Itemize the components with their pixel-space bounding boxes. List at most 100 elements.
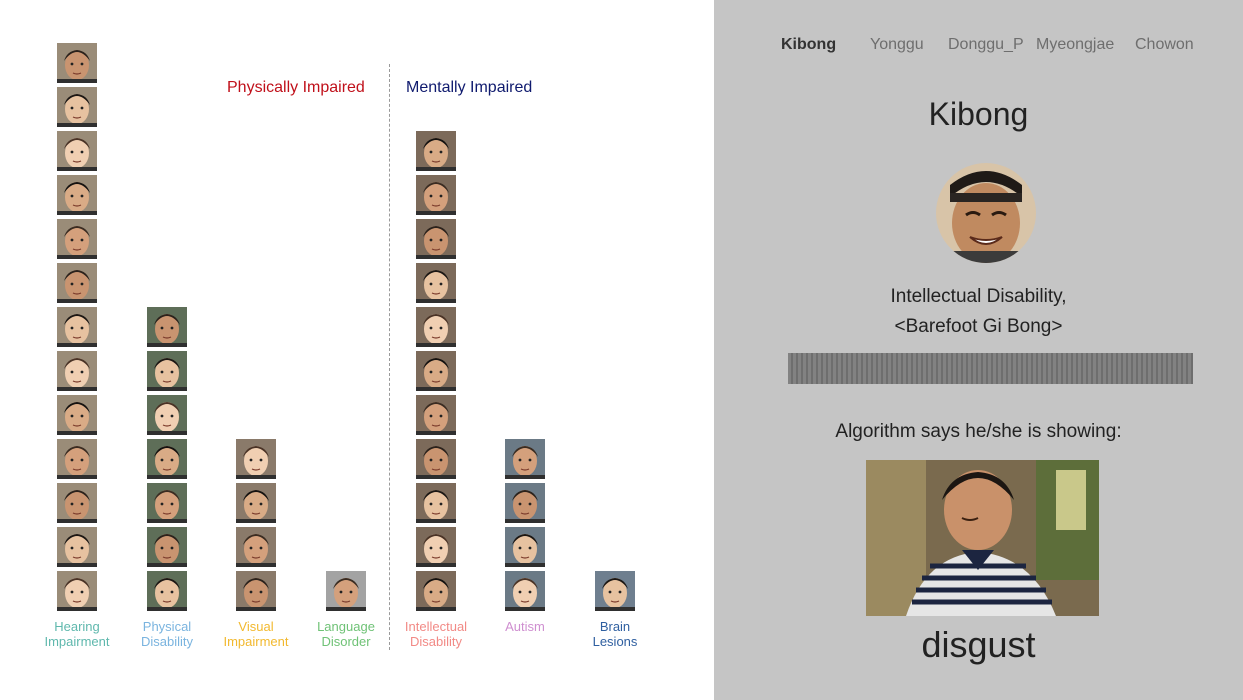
character-face-thumbnail[interactable] (416, 263, 456, 303)
character-disability: Intellectual Disability, (890, 286, 1067, 307)
character-face-thumbnail[interactable] (57, 527, 97, 567)
face-thumbnail-icon (147, 395, 187, 435)
character-face-thumbnail[interactable] (416, 175, 456, 215)
face-thumbnail-icon (505, 527, 545, 567)
face-thumbnail-icon (57, 571, 97, 611)
category-chart-panel: Physically Impaired Mentally Impaired He… (0, 0, 714, 700)
mentally-impaired-heading: Mentally Impaired (406, 79, 533, 96)
character-face-thumbnail[interactable] (416, 131, 456, 171)
category-label: Hearing Impairment (44, 619, 110, 649)
face-thumbnail-icon (147, 351, 187, 391)
physically-impaired-heading: Physically Impaired (227, 79, 365, 96)
character-face-thumbnail[interactable] (57, 395, 97, 435)
face-thumbnail-icon (416, 307, 456, 347)
character-face-thumbnail[interactable] (505, 527, 545, 567)
face-thumbnail-icon (147, 439, 187, 479)
category-label: Autism (505, 619, 545, 634)
character-face-thumbnail[interactable] (57, 483, 97, 523)
character-face-thumbnail[interactable] (416, 395, 456, 435)
character-face-thumbnail[interactable] (236, 527, 276, 567)
face-thumbnail-icon (57, 131, 97, 171)
character-face-thumbnail[interactable] (57, 307, 97, 347)
character-face-thumbnail[interactable] (57, 263, 97, 303)
face-thumbnail-icon (416, 571, 456, 611)
character-face-thumbnail[interactable] (595, 571, 635, 611)
face-thumbnail-icon (416, 483, 456, 523)
face-thumbnail-icon (57, 219, 97, 259)
character-face-thumbnail[interactable] (416, 483, 456, 523)
character-face-thumbnail[interactable] (57, 43, 97, 83)
character-name: Kibong (928, 96, 1029, 132)
face-thumbnail-icon (236, 483, 276, 523)
character-face-thumbnail[interactable] (147, 351, 187, 391)
character-face-thumbnail[interactable] (147, 527, 187, 567)
group-divider (389, 64, 390, 650)
face-thumbnail-icon (57, 43, 97, 83)
character-face-thumbnail[interactable] (147, 483, 187, 523)
category-label: Physical Disability (140, 619, 193, 649)
face-thumbnail-icon (147, 483, 187, 523)
character-face-thumbnail[interactable] (236, 571, 276, 611)
face-thumbnail-icon (57, 175, 97, 215)
character-avatar (936, 163, 1036, 263)
face-thumbnail-icon (147, 307, 187, 347)
face-thumbnail-icon (505, 439, 545, 479)
category-label: Visual Impairment (223, 619, 289, 649)
tab-kibong[interactable]: Kibong (781, 36, 836, 54)
category-label: Intellectual Disability (404, 619, 468, 649)
algorithm-caption: Algorithm says he/she is showing: (835, 421, 1122, 442)
tab-chowon[interactable]: Chowon (1135, 36, 1194, 54)
tab-yonggu[interactable]: Yonggu (870, 36, 924, 54)
face-thumbnail-icon (416, 527, 456, 567)
character-face-thumbnail[interactable] (505, 483, 545, 523)
character-face-thumbnail[interactable] (326, 571, 366, 611)
character-face-thumbnail[interactable] (57, 131, 97, 171)
face-thumbnail-icon (236, 571, 276, 611)
scene-still-image (866, 460, 1099, 616)
face-thumbnail-icon (416, 439, 456, 479)
face-thumbnail-icon (416, 219, 456, 259)
face-thumbnail-icon (57, 527, 97, 567)
character-face-thumbnail[interactable] (147, 439, 187, 479)
face-thumbnail-icon (57, 87, 97, 127)
character-detail-panel: Kibong Yonggu Donggu_P Myeongjae Chowon Kibo… (714, 0, 1243, 700)
face-thumbnail-icon (147, 571, 187, 611)
character-face-thumbnail[interactable] (416, 307, 456, 347)
character-face-thumbnail[interactable] (57, 571, 97, 611)
face-thumbnail-icon (57, 439, 97, 479)
face-thumbnail-icon (416, 131, 456, 171)
face-thumbnail-icon (57, 307, 97, 347)
face-thumbnail-icon (416, 175, 456, 215)
tab-donggu_p[interactable]: Donggu_P (948, 36, 1024, 54)
face-thumbnail-icon (236, 527, 276, 567)
character-face-thumbnail[interactable] (416, 571, 456, 611)
face-thumbnail-icon (416, 395, 456, 435)
emotion-timeline-bar[interactable] (788, 353, 1193, 384)
character-face-thumbnail[interactable] (147, 307, 187, 347)
face-thumbnail-icon (57, 483, 97, 523)
character-face-thumbnail[interactable] (147, 395, 187, 435)
character-face-thumbnail[interactable] (57, 439, 97, 479)
character-face-thumbnail[interactable] (57, 87, 97, 127)
character-face-thumbnail[interactable] (57, 219, 97, 259)
character-face-thumbnail[interactable] (57, 175, 97, 215)
character-face-thumbnail[interactable] (505, 571, 545, 611)
character-face-thumbnail[interactable] (57, 351, 97, 391)
character-face-thumbnail[interactable] (147, 571, 187, 611)
character-face-thumbnail[interactable] (505, 439, 545, 479)
face-portrait-icon (936, 163, 1036, 263)
character-face-thumbnail[interactable] (236, 439, 276, 479)
face-thumbnail-icon (57, 263, 97, 303)
face-thumbnail-icon (416, 263, 456, 303)
scene-still-icon (866, 460, 1099, 616)
character-face-thumbnail[interactable] (416, 527, 456, 567)
category-label: Brain Lesions (592, 619, 638, 649)
character-face-thumbnail[interactable] (236, 483, 276, 523)
tab-myeongjae[interactable]: Myeongjae (1036, 36, 1114, 54)
character-face-thumbnail[interactable] (416, 219, 456, 259)
character-drama-title: <Barefoot Gi Bong> (894, 316, 1063, 337)
character-face-thumbnail[interactable] (416, 439, 456, 479)
face-thumbnail-icon (416, 351, 456, 391)
character-face-thumbnail[interactable] (416, 351, 456, 391)
face-thumbnail-icon (505, 483, 545, 523)
